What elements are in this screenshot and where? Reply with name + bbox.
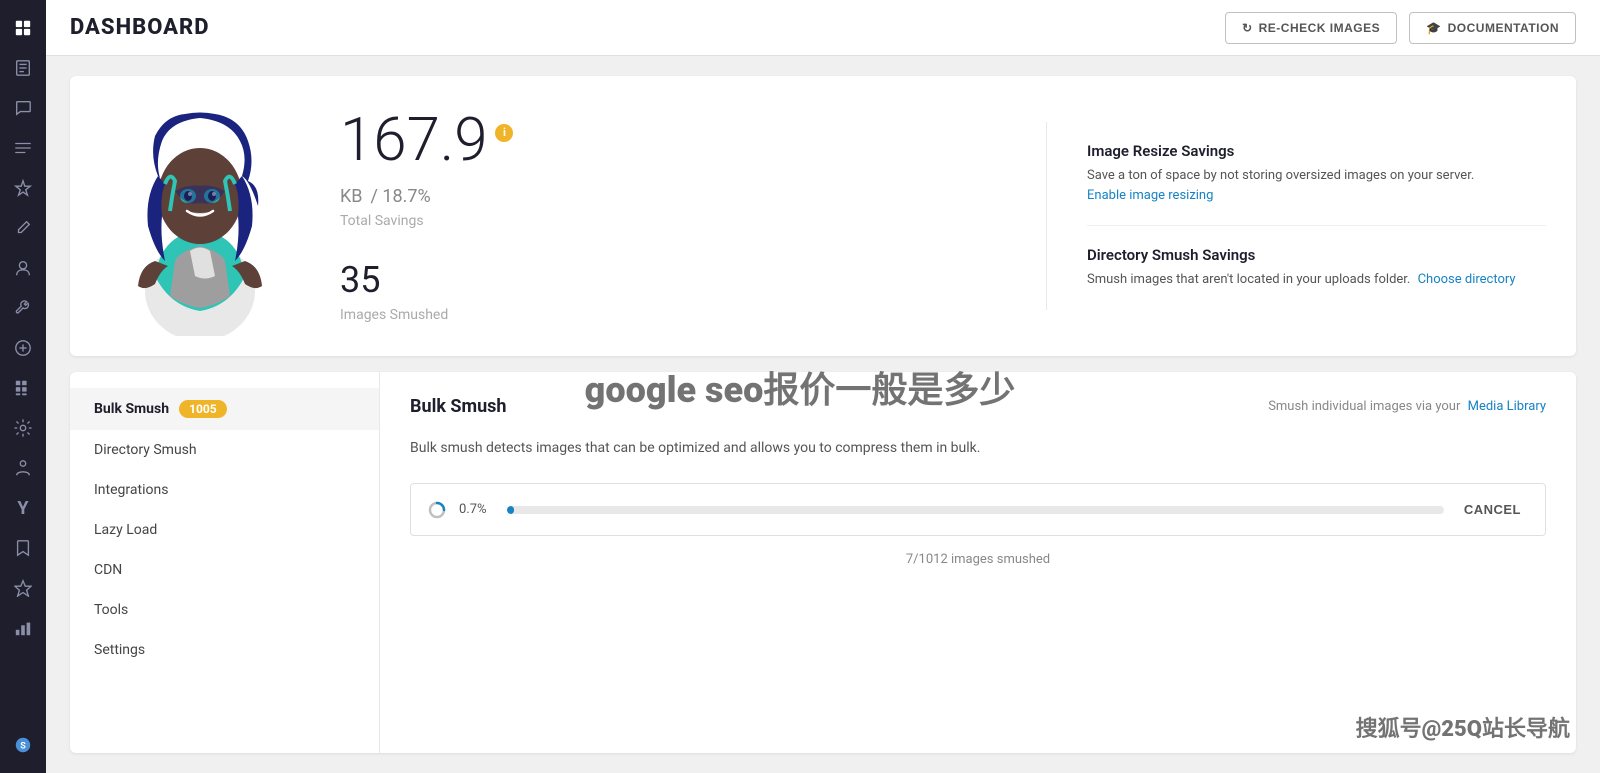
sidebar-icon-plus[interactable] bbox=[5, 330, 41, 366]
sidebar-icon-smush-logo[interactable]: S bbox=[5, 727, 41, 763]
progress-container: 0.7% CANCEL bbox=[410, 483, 1546, 536]
sidebar-icon-grid[interactable] bbox=[5, 370, 41, 406]
sidebar-icon-edit[interactable] bbox=[5, 210, 41, 246]
cancel-button[interactable]: CANCEL bbox=[1456, 498, 1529, 521]
nav-item-cdn[interactable]: CDN bbox=[70, 550, 379, 590]
nav-item-tools[interactable]: Tools bbox=[70, 590, 379, 630]
header-actions: ↻ RE-CHECK IMAGES 🎓 DOCUMENTATION bbox=[1225, 12, 1576, 44]
directory-smush-info: Directory Smush Savings Smush images tha… bbox=[1087, 226, 1546, 310]
nav-label-lazy-load: Lazy Load bbox=[94, 522, 157, 538]
nav-item-settings[interactable]: Settings bbox=[70, 630, 379, 670]
main-content: DASHBOARD ↻ RE-CHECK IMAGES 🎓 DOCUMENTAT… bbox=[46, 0, 1600, 773]
sidebar-icon-person[interactable] bbox=[5, 450, 41, 486]
sidebar-icon-chart[interactable] bbox=[5, 610, 41, 646]
nav-label-settings: Settings bbox=[94, 642, 145, 658]
content-wrapper: 167.9 i KB / 18.7% Total Savings 35 Imag… bbox=[46, 56, 1600, 773]
directory-smush-desc: Smush images that aren't located in your… bbox=[1087, 270, 1546, 290]
nav-item-directory-smush[interactable]: Directory Smush bbox=[70, 430, 379, 470]
sidebar-icon-pages[interactable] bbox=[5, 50, 41, 86]
recheck-images-button[interactable]: ↻ RE-CHECK IMAGES bbox=[1225, 12, 1397, 44]
media-library-link[interactable]: Media Library bbox=[1468, 399, 1546, 414]
top-header: DASHBOARD ↻ RE-CHECK IMAGES 🎓 DOCUMENTAT… bbox=[46, 0, 1600, 56]
choose-directory-link[interactable]: Choose directory bbox=[1418, 272, 1516, 287]
sidebar-icon-comments[interactable] bbox=[5, 90, 41, 126]
images-smushed-label: Images Smushed bbox=[340, 307, 1046, 323]
panel-header: Bulk Smush Smush individual images via y… bbox=[410, 396, 1546, 417]
panel-description: Bulk smush detects images that can be op… bbox=[410, 437, 1546, 459]
main-panel: Bulk Smush Smush individual images via y… bbox=[380, 372, 1576, 753]
panel-title: Bulk Smush bbox=[410, 396, 507, 417]
savings-number: 167.9 bbox=[340, 110, 487, 170]
page-title: DASHBOARD bbox=[70, 15, 210, 40]
savings-label: Total Savings bbox=[340, 213, 1046, 229]
recheck-icon: ↻ bbox=[1242, 21, 1253, 35]
stats-card: 167.9 i KB / 18.7% Total Savings 35 Imag… bbox=[70, 76, 1576, 356]
sidebar-icon-tools[interactable] bbox=[5, 290, 41, 326]
resize-savings-title: Image Resize Savings bbox=[1087, 142, 1546, 160]
svg-text:S: S bbox=[20, 742, 26, 752]
left-sidebar: Y S bbox=[0, 0, 46, 773]
resize-savings-desc: Save a ton of space by not storing overs… bbox=[1087, 166, 1546, 205]
nav-badge-bulk-smush: 1005 bbox=[179, 400, 227, 418]
savings-stat: 167.9 i KB / 18.7% Total Savings bbox=[340, 110, 1046, 229]
stats-right-panel: Image Resize Savings Save a ton of space… bbox=[1046, 122, 1546, 310]
directory-smush-title: Directory Smush Savings bbox=[1087, 246, 1546, 264]
loading-spinner-icon bbox=[427, 500, 447, 520]
doc-icon: 🎓 bbox=[1426, 21, 1441, 35]
nav-item-integrations[interactable]: Integrations bbox=[70, 470, 379, 510]
nav-label-cdn: CDN bbox=[94, 562, 122, 578]
sidebar-icon-bookmark[interactable] bbox=[5, 530, 41, 566]
progress-bar-fill bbox=[507, 506, 514, 514]
sidebar-icon-dashboard[interactable] bbox=[5, 10, 41, 46]
sidebar-icon-user[interactable] bbox=[5, 250, 41, 286]
info-icon[interactable]: i bbox=[495, 124, 513, 142]
resize-savings-info: Image Resize Savings Save a ton of space… bbox=[1087, 122, 1546, 226]
nav-item-bulk-smush[interactable]: Bulk Smush 1005 bbox=[70, 388, 379, 430]
stats-numbers: 167.9 i KB / 18.7% Total Savings 35 Imag… bbox=[300, 110, 1046, 323]
nav-label-tools: Tools bbox=[94, 602, 128, 618]
sidebar-icon-y[interactable]: Y bbox=[5, 490, 41, 526]
nav-label-bulk-smush: Bulk Smush bbox=[94, 401, 169, 417]
documentation-button[interactable]: 🎓 DOCUMENTATION bbox=[1409, 12, 1576, 44]
panel-subtitle: Smush individual images via your Media L… bbox=[1268, 399, 1546, 414]
nav-label-integrations: Integrations bbox=[94, 482, 168, 498]
enable-resizing-link[interactable]: Enable image resizing bbox=[1087, 188, 1213, 203]
progress-bar-wrapper bbox=[507, 506, 1444, 514]
sidebar-icon-pin[interactable] bbox=[5, 170, 41, 206]
images-smushed-count: 35 bbox=[340, 259, 1046, 301]
sidebar-icon-posts[interactable] bbox=[5, 130, 41, 166]
nav-sidebar: Bulk Smush 1005 Directory Smush Integrat… bbox=[70, 372, 380, 753]
nav-item-lazy-load[interactable]: Lazy Load bbox=[70, 510, 379, 550]
sidebar-icon-settings[interactable] bbox=[5, 410, 41, 446]
progress-status: 7/1012 images smushed bbox=[410, 552, 1546, 567]
sidebar-icon-star[interactable] bbox=[5, 570, 41, 606]
nav-label-directory-smush: Directory Smush bbox=[94, 442, 197, 458]
images-smushed-stat: 35 Images Smushed bbox=[340, 259, 1046, 323]
savings-unit: KB bbox=[340, 186, 363, 207]
savings-percent: / 18.7% bbox=[371, 186, 431, 207]
hero-image bbox=[100, 96, 300, 336]
progress-percent: 0.7% bbox=[459, 502, 495, 517]
bottom-section: Bulk Smush 1005 Directory Smush Integrat… bbox=[70, 372, 1576, 753]
